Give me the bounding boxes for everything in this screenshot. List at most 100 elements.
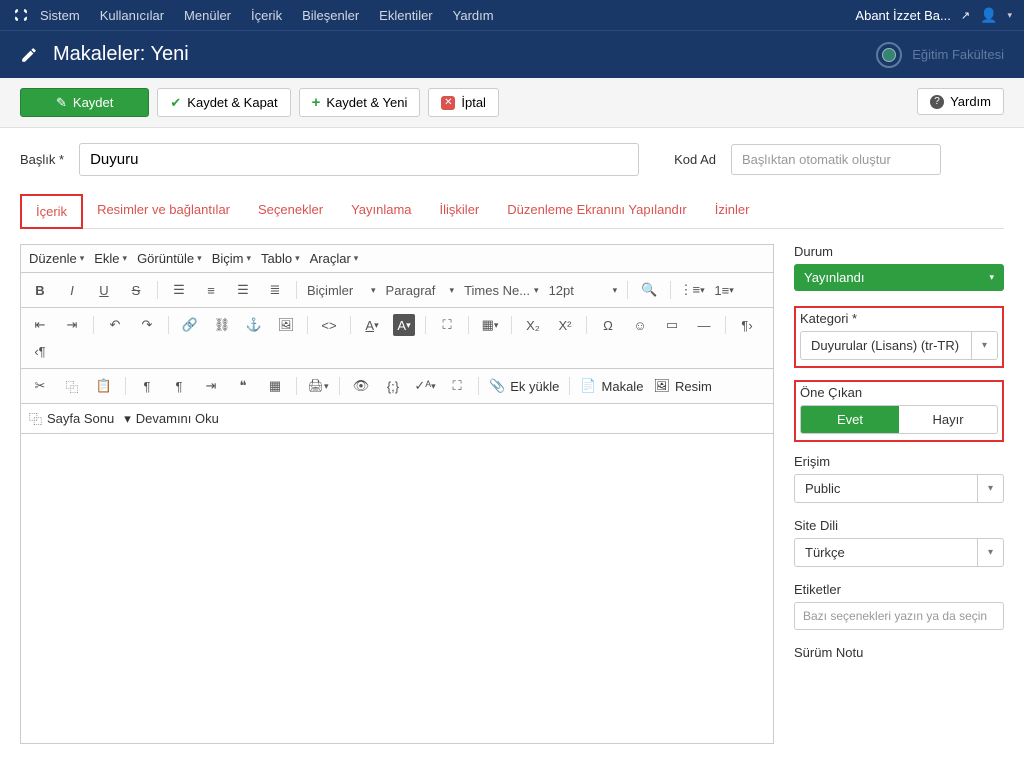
user-icon[interactable]: 👤 — [980, 7, 997, 24]
anchor-icon[interactable]: ⚓ — [243, 314, 265, 336]
tab-configure-screen[interactable]: Düzenleme Ekranını Yapılandır — [493, 194, 700, 228]
help-button[interactable]: ? Yardım — [917, 88, 1004, 115]
editor-menu-insert[interactable]: Ekle▾ — [94, 251, 127, 266]
tab-permissions[interactable]: İzinler — [701, 194, 764, 228]
editor-menu-tools[interactable]: Araçlar▾ — [310, 251, 359, 266]
redo-icon[interactable]: ↷ — [136, 314, 158, 336]
format-dropdown[interactable]: Paragraf▾ — [386, 283, 455, 298]
featured-yes[interactable]: Evet — [801, 406, 899, 433]
undo-icon[interactable]: ↶ — [104, 314, 126, 336]
file-icon: 📄 — [580, 378, 596, 394]
ltr-icon[interactable]: ¶› — [736, 314, 758, 336]
status-select[interactable]: Yayınlandı ▾ — [794, 264, 1004, 291]
media-icon[interactable]: ▭ — [661, 314, 683, 336]
nav-icerik[interactable]: İçerik — [251, 8, 282, 23]
editor-menu-table[interactable]: Tablo▾ — [261, 251, 300, 266]
image-button[interactable]: 🖼Resim — [653, 378, 711, 394]
language-select[interactable]: Türkçe ▾ — [794, 538, 1004, 567]
fullscreen-icon[interactable]: ⛶ — [436, 314, 458, 336]
nav-yardim[interactable]: Yardım — [453, 8, 494, 23]
align-left-icon[interactable]: ☰ — [168, 279, 190, 301]
align-right-icon[interactable]: ☰ — [232, 279, 254, 301]
indent-icon[interactable]: ⇥ — [61, 314, 83, 336]
featured-label: Öne Çıkan — [800, 385, 998, 400]
copy-icon[interactable]: ⿻ — [61, 375, 83, 397]
pagebreak-button[interactable]: ⿻Sayfa Sonu — [29, 409, 114, 428]
show-blocks-icon[interactable]: ¶ — [168, 375, 190, 397]
subscript-icon[interactable]: X₂ — [522, 314, 544, 336]
editor-menu-format[interactable]: Biçim▾ — [212, 251, 251, 266]
number-list-icon[interactable]: 1≡▾ — [713, 279, 735, 301]
nav-eklentiler[interactable]: Eklentiler — [379, 8, 432, 23]
save-new-button[interactable]: + Kaydet & Yeni — [299, 88, 421, 117]
access-select[interactable]: Public ▾ — [794, 474, 1004, 503]
font-dropdown[interactable]: Times Ne...▾ — [464, 283, 539, 298]
cut-icon[interactable]: ✂ — [29, 375, 51, 397]
nav-site-name[interactable]: Abant İzzet Ba... — [855, 8, 950, 23]
print-icon[interactable]: 🖨▾ — [307, 375, 329, 397]
tab-publishing[interactable]: Yayınlama — [337, 194, 425, 228]
save-close-button[interactable]: ✔ Kaydet & Kapat — [157, 88, 290, 117]
image-icon[interactable]: 🖼 — [275, 314, 297, 336]
hr-icon[interactable]: — — [693, 314, 715, 336]
editor-menu-view[interactable]: Görüntüle▾ — [137, 251, 202, 266]
size-dropdown[interactable]: 12pt▾ — [549, 283, 618, 298]
strikethrough-icon[interactable]: S — [125, 279, 147, 301]
check-icon: ✔ — [170, 95, 181, 111]
category-select[interactable]: Duyurular (Lisans) (tr-TR) ▾ — [800, 331, 998, 360]
nav-bilesenler[interactable]: Bileşenler — [302, 8, 359, 23]
tab-content[interactable]: İçerik — [20, 194, 83, 229]
title-input[interactable] — [79, 143, 639, 176]
article-button[interactable]: 📄Makale — [580, 378, 643, 394]
bg-color-icon[interactable]: A▾ — [393, 314, 415, 336]
underline-icon[interactable]: U — [93, 279, 115, 301]
editor-content-area[interactable] — [20, 434, 774, 744]
bold-icon[interactable]: B — [29, 279, 51, 301]
save-button[interactable]: ✎ Kaydet — [20, 88, 149, 117]
styles-dropdown[interactable]: Biçimler▾ — [307, 283, 376, 298]
superscript-icon[interactable]: X² — [554, 314, 576, 336]
align-justify-icon[interactable]: ≣ — [264, 279, 286, 301]
status-label: Durum — [794, 244, 1004, 259]
align-center-icon[interactable]: ≡ — [200, 279, 222, 301]
nav-menuler[interactable]: Menüler — [184, 8, 231, 23]
readmore-button[interactable]: ▾Devamını Oku — [124, 411, 219, 427]
code-icon[interactable]: <> — [318, 314, 340, 336]
table-icon[interactable]: ▦▾ — [479, 314, 501, 336]
nbsp-icon[interactable]: ⇥ — [200, 375, 222, 397]
show-para-icon[interactable]: ¶ — [136, 375, 158, 397]
nav-kullanicilar[interactable]: Kullanıcılar — [100, 8, 164, 23]
emoji-icon[interactable]: ☺ — [629, 314, 651, 336]
tab-images-links[interactable]: Resimler ve bağlantılar — [83, 194, 244, 228]
outdent-icon[interactable]: ⇤ — [29, 314, 51, 336]
brand-logo-icon — [876, 42, 902, 68]
find-replace-icon[interactable]: 🔍 — [638, 279, 660, 301]
alias-input[interactable] — [731, 144, 941, 175]
text-color-icon[interactable]: A▾ — [361, 314, 383, 336]
bullet-list-icon[interactable]: ⋮≡▾ — [681, 279, 703, 301]
check-icon: ✎ — [56, 95, 67, 111]
blockquote-icon[interactable]: ❝ — [232, 375, 254, 397]
fullscreen2-icon[interactable]: ⛶ — [446, 375, 468, 397]
editor-menu-edit[interactable]: Düzenle▾ — [29, 251, 84, 266]
special-char-icon[interactable]: Ω — [597, 314, 619, 336]
cancel-button[interactable]: ✕ İptal — [428, 88, 499, 117]
tab-options[interactable]: Seçenekler — [244, 194, 337, 228]
spellcheck-icon[interactable]: ✓ᴬ▾ — [414, 375, 436, 397]
featured-no[interactable]: Hayır — [899, 406, 997, 433]
unlink-icon[interactable]: ⛓ — [211, 314, 233, 336]
close-icon: ✕ — [441, 96, 455, 110]
nav-sistem[interactable]: Sistem — [40, 8, 80, 23]
preview-icon[interactable]: 👁 — [350, 375, 372, 397]
link-icon[interactable]: 🔗 — [179, 314, 201, 336]
upload-button[interactable]: 📎Ek yükle — [489, 378, 559, 394]
tab-associations[interactable]: İlişkiler — [426, 194, 494, 228]
codesample-icon[interactable]: {;} — [382, 375, 404, 397]
rtl-icon[interactable]: ‹¶ — [29, 340, 51, 362]
italic-icon[interactable]: I — [61, 279, 83, 301]
tags-input[interactable] — [794, 602, 1004, 630]
category-label: Kategori * — [800, 311, 998, 326]
paste-icon[interactable]: 📋 — [93, 375, 115, 397]
template-icon[interactable]: ▦ — [264, 375, 286, 397]
user-menu-caret-icon[interactable]: ▾ — [1007, 10, 1012, 21]
